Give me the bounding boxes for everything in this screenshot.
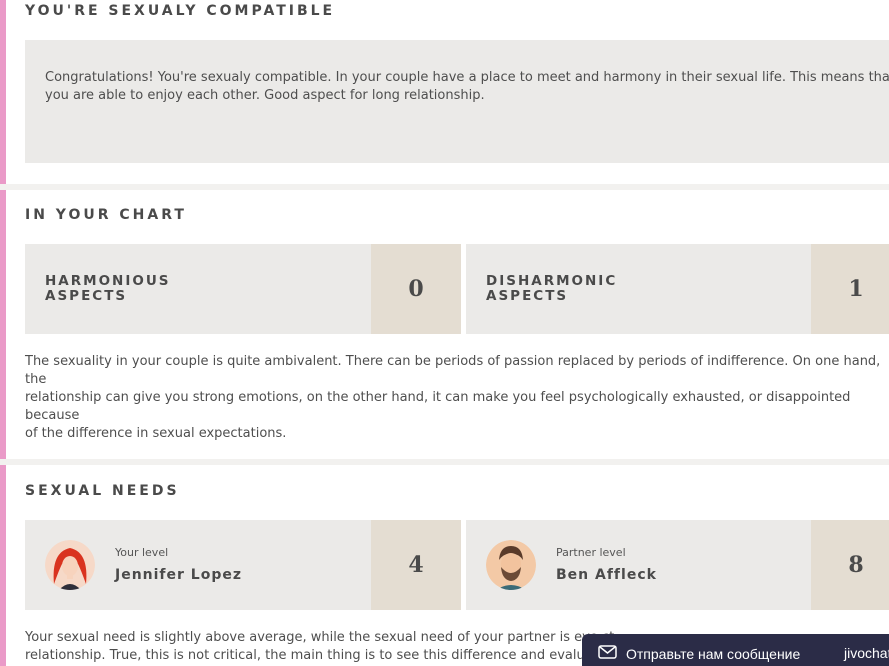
chat-widget-button[interactable]: Отправьте нам сообщение jivochat xyxy=(582,634,889,666)
your-level-label: Your level xyxy=(115,546,169,559)
chart-description: The sexuality in your couple is quite am… xyxy=(25,354,881,441)
chart-title: IN YOUR CHART xyxy=(25,207,187,223)
harmonious-aspects-label: HARMONIOUS ASPECTS xyxy=(45,274,171,304)
compatibility-section: YOU'RE SEXUALY COMPATIBLE Congratulation… xyxy=(0,0,889,184)
disharmonic-aspects-count: 1 xyxy=(811,244,889,334)
disharmonic-aspects-label: DISHARMONIC ASPECTS xyxy=(486,274,617,304)
needs-title: SEXUAL NEEDS xyxy=(25,483,180,499)
disharmonic-label-line1: DISHARMONIC xyxy=(486,273,618,289)
your-level-card: Your level Jennifer Lopez 4 xyxy=(25,520,461,610)
your-name: Jennifer Lopez xyxy=(115,567,243,583)
partner-level-card: Partner level Ben Affleck 8 xyxy=(466,520,889,610)
woman-avatar-icon xyxy=(45,540,95,590)
harmonious-label-line2: ASPECTS xyxy=(45,288,128,304)
compatibility-box: Congratulations! You're sexualy compatib… xyxy=(25,40,889,163)
partner-level-value: 8 xyxy=(811,520,889,610)
your-level-value: 4 xyxy=(371,520,461,610)
chat-label: Отправьте нам сообщение xyxy=(626,646,801,662)
partner-level-label: Partner level xyxy=(556,546,626,559)
man-avatar-icon xyxy=(486,540,536,590)
chart-section: IN YOUR CHART HARMONIOUS ASPECTS 0 DISHA… xyxy=(0,190,889,459)
compatibility-title: YOU'RE SEXUALY COMPATIBLE xyxy=(25,3,336,19)
disharmonic-label-line2: ASPECTS xyxy=(486,288,569,304)
envelope-icon xyxy=(598,644,617,659)
harmonious-aspects-card: HARMONIOUS ASPECTS 0 xyxy=(25,244,461,334)
partner-name: Ben Affleck xyxy=(556,567,657,583)
harmonious-label-line1: HARMONIOUS xyxy=(45,273,171,289)
chat-brand: jivochat xyxy=(844,645,889,661)
harmonious-aspects-count: 0 xyxy=(371,244,461,334)
compatibility-text: Congratulations! You're sexualy compatib… xyxy=(45,70,889,103)
disharmonic-aspects-card: DISHARMONIC ASPECTS 1 xyxy=(466,244,889,334)
